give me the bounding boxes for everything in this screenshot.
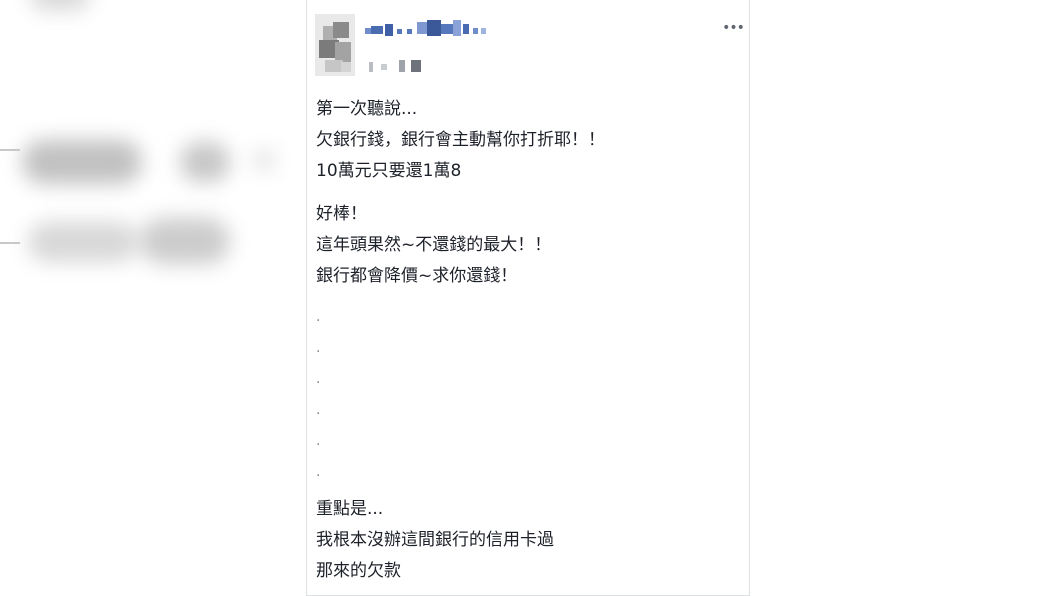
author-name[interactable] [363,18,533,42]
post-line: 重點是... [316,499,384,519]
post-timestamp[interactable] [363,56,433,76]
post-paragraph: 好棒！ 這年頭果然~不還錢的最大！！ 銀行都會降價~求你還錢！ [316,199,736,292]
post-line: 第一次聽說... [316,99,418,119]
post-paragraph: 第一次聽說... 欠銀行錢，銀行會主動幫你打折耶！！ 10萬元只要還1萬8 [316,94,736,187]
avatar[interactable] [315,14,355,76]
blurred-line [0,242,20,244]
post-line: 那來的欠款 [316,561,401,581]
dot-line: . [316,340,321,356]
post-paragraph: 重點是... 我根本沒辦這間銀行的信用卡過 那來的欠款 [316,494,736,587]
post-line: 我根本沒辦這間銀行的信用卡過 [316,530,554,550]
dot-line: . [316,309,321,325]
blurred-shape [30,0,90,10]
blurred-shape [140,218,230,264]
blurred-shape [28,222,138,262]
blurred-line [0,149,20,151]
post-card: ••• 第一次聽說... 欠銀行錢，銀行會主動幫你打折耶！！ 10萬元只要還1萬… [306,0,750,596]
dot-line: . [316,402,321,418]
post-line: 10萬元只要還1萬8 [316,161,462,181]
dot-spacer: . . . . . . [316,292,736,488]
post-line: 這年頭果然~不還錢的最大！！ [316,235,552,255]
blurred-shape [254,150,274,170]
post-line: 欠銀行錢，銀行會主動幫你打折耶！！ [316,130,605,150]
blurred-shape [180,142,230,182]
post-body: 第一次聽說... 欠銀行錢，銀行會主動幫你打折耶！！ 10萬元只要還1萬8 好棒… [316,94,736,587]
blurred-shape [22,140,142,184]
dot-line: . [316,464,321,480]
post-line: 銀行都會降價~求你還錢！ [316,266,518,286]
more-options-icon[interactable]: ••• [721,18,745,38]
dot-line: . [316,371,321,387]
dot-line: . [316,433,321,449]
post-header: ••• [307,0,749,86]
post-line: 好棒！ [316,204,367,224]
